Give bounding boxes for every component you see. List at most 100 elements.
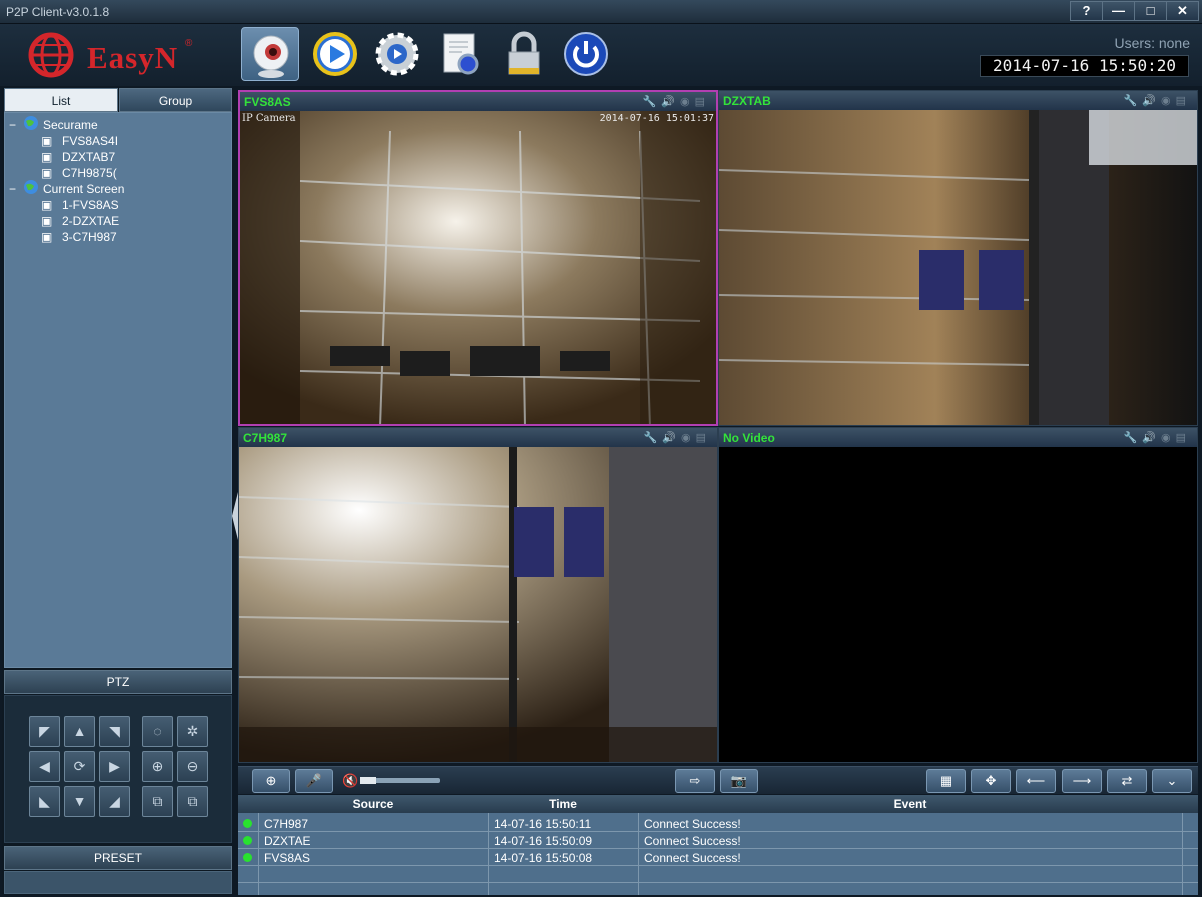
row-time: 14-07-16 15:50:09 bbox=[494, 834, 593, 848]
status-online-icon bbox=[243, 819, 252, 828]
camera-node-icon: ▣ bbox=[41, 150, 53, 164]
live-view-button[interactable] bbox=[241, 27, 299, 81]
cycle-button[interactable]: ⇄ bbox=[1107, 769, 1147, 793]
tab-group[interactable]: Group bbox=[119, 88, 232, 112]
device-tree: − Securame ▣ FVS8AS4I ▣ DZXTAB7 ▣ C7H987… bbox=[4, 112, 232, 668]
table-row[interactable]: FVS8AS 14-07-16 15:50:08 Connect Success… bbox=[238, 849, 1198, 866]
event-log-table: Source Time Event C7H987 14-07-16 15:50:… bbox=[238, 795, 1198, 895]
speaker-muted-icon[interactable]: 🔇 bbox=[342, 773, 358, 789]
ptz-focus-near-button[interactable]: ◌ bbox=[142, 716, 173, 747]
tree-item-screen[interactable]: 3-C7H987 bbox=[62, 229, 117, 245]
tree-item-camera[interactable]: FVS8AS4I bbox=[62, 133, 118, 149]
cycle-icon: ⇄ bbox=[1121, 773, 1133, 788]
camera-header: FVS8AS 🔧🔊◉▤ bbox=[240, 92, 716, 111]
camera-node-icon: ▣ bbox=[41, 214, 53, 228]
ptz-iris-close-button[interactable]: ⧉ bbox=[177, 786, 208, 817]
ptz-down-left-button[interactable]: ◣ bbox=[29, 786, 60, 817]
settings-button[interactable] bbox=[368, 27, 426, 81]
row-source: FVS8AS bbox=[264, 851, 311, 865]
camera-header-icons[interactable]: 🔧🔊◉▤ bbox=[641, 431, 711, 445]
camera-name: C7H987 bbox=[243, 431, 288, 445]
tree-item-screen[interactable]: 1-FVS8AS bbox=[62, 197, 119, 213]
camera-node-icon: ▣ bbox=[41, 166, 53, 180]
ptz-zoom-out-button[interactable]: ⊖ bbox=[177, 751, 208, 782]
arrow-right-icon: ⟶ bbox=[1072, 773, 1092, 788]
next-page-button[interactable]: ⟶ bbox=[1062, 769, 1102, 793]
help-button[interactable]: ? bbox=[1070, 1, 1103, 21]
camera-name: No Video bbox=[723, 431, 775, 445]
table-row-empty bbox=[238, 866, 1198, 883]
power-button[interactable] bbox=[557, 27, 615, 81]
volume-slider[interactable] bbox=[360, 777, 440, 784]
camera-header-icons[interactable]: 🔧🔊◉▤ bbox=[640, 95, 710, 109]
ptz-down-right-button[interactable]: ◢ bbox=[99, 786, 130, 817]
ptz-zoom-in-button[interactable]: ⊕ bbox=[142, 751, 173, 782]
status-online-icon bbox=[243, 836, 252, 845]
row-event: Connect Success! bbox=[644, 851, 741, 865]
tree-item-screen[interactable]: 2-DZXTAE bbox=[62, 213, 119, 229]
column-divider bbox=[638, 813, 639, 895]
record-button[interactable]: ⇨ bbox=[675, 769, 715, 793]
ptz-up-right-button[interactable]: ◥ bbox=[99, 716, 130, 747]
snapshot-button[interactable]: 📷 bbox=[720, 769, 758, 793]
grid-layout-button[interactable]: ▦ bbox=[926, 769, 966, 793]
grid-layout-icon: ▦ bbox=[939, 773, 953, 788]
previous-page-button[interactable]: ⟵ bbox=[1016, 769, 1056, 793]
fullscreen-button[interactable]: ✥ bbox=[971, 769, 1011, 793]
log-button[interactable] bbox=[432, 27, 490, 81]
camera-header-icons[interactable]: 🔧🔊◉▤ bbox=[1121, 431, 1191, 445]
ptz-auto-rotate-button[interactable]: ⟳ bbox=[64, 751, 95, 782]
zoom-in-button[interactable]: ⊕ bbox=[252, 769, 290, 793]
video-overlay-label: IP Camera bbox=[242, 113, 296, 124]
table-row[interactable]: C7H987 14-07-16 15:50:11 Connect Success… bbox=[238, 815, 1198, 832]
microphone-button[interactable]: 🎤 bbox=[295, 769, 333, 793]
column-divider bbox=[488, 813, 489, 895]
close-button[interactable]: ✕ bbox=[1166, 1, 1199, 21]
camera-header-icons[interactable]: 🔧🔊◉▤ bbox=[1121, 94, 1191, 108]
minimize-button[interactable]: — bbox=[1102, 1, 1135, 21]
camera-name: DZXTAB bbox=[723, 94, 771, 108]
logo-registered-mark: ® bbox=[185, 38, 193, 49]
maximize-button[interactable]: □ bbox=[1134, 1, 1167, 21]
playback-button[interactable] bbox=[306, 27, 364, 81]
preset-header[interactable]: PRESET bbox=[4, 846, 232, 870]
camera-view-3[interactable]: C7H987 🔧🔊◉▤ bbox=[238, 427, 718, 763]
row-time: 14-07-16 15:50:08 bbox=[494, 851, 593, 865]
tree-expander[interactable]: − bbox=[9, 117, 16, 133]
record-icon: ⇨ bbox=[689, 773, 701, 788]
tree-expander[interactable]: − bbox=[9, 181, 16, 197]
tree-group-current-screen[interactable]: Current Screen bbox=[43, 181, 124, 197]
camera-header: No Video 🔧🔊◉▤ bbox=[719, 428, 1197, 447]
ptz-right-button[interactable]: ▶ bbox=[99, 751, 130, 782]
lock-button[interactable] bbox=[495, 27, 553, 81]
ptz-header[interactable]: PTZ bbox=[4, 670, 232, 694]
camera-icon bbox=[253, 35, 289, 78]
snapshot-icon: 📷 bbox=[730, 773, 748, 788]
ptz-focus-far-button[interactable]: ✲ bbox=[177, 716, 208, 747]
camera-view-2[interactable]: DZXTAB 🔧🔊◉▤ bbox=[718, 90, 1198, 426]
row-source: C7H987 bbox=[264, 817, 309, 831]
column-header-source[interactable]: Source bbox=[258, 797, 488, 811]
ptz-up-button[interactable]: ▲ bbox=[64, 716, 95, 747]
easyn-logo: EasyN ® bbox=[25, 32, 205, 78]
column-header-event[interactable]: Event bbox=[638, 797, 1182, 811]
sidebar-tabs: List Group bbox=[2, 88, 232, 112]
tree-group-securame[interactable]: Securame bbox=[43, 117, 98, 133]
tree-item-camera[interactable]: DZXTAB7 bbox=[62, 149, 115, 165]
ptz-iris-open-button[interactable]: ⧉ bbox=[142, 786, 173, 817]
ptz-up-left-button[interactable]: ◤ bbox=[29, 716, 60, 747]
camera-header: DZXTAB 🔧🔊◉▤ bbox=[719, 91, 1197, 110]
tab-list[interactable]: List bbox=[4, 88, 118, 112]
camera-view-4[interactable]: No Video 🔧🔊◉▤ bbox=[718, 427, 1198, 763]
app-window: P2P Client-v3.0.1.8 ? — □ ✕ EasyN ® User… bbox=[0, 0, 1202, 897]
collapse-log-button[interactable]: ⌄ bbox=[1152, 769, 1192, 793]
camera-video: IP Camera 2014-07-16 15:01:37 bbox=[240, 111, 716, 424]
camera-view-1[interactable]: FVS8AS 🔧🔊◉▤ IP Camera 2014-07-16 15:01:3 bbox=[238, 90, 718, 426]
fullscreen-icon: ✥ bbox=[985, 773, 997, 788]
tree-item-camera[interactable]: C7H9875( bbox=[62, 165, 117, 181]
ptz-down-button[interactable]: ▼ bbox=[64, 786, 95, 817]
camera-video bbox=[239, 447, 717, 762]
ptz-left-button[interactable]: ◀ bbox=[29, 751, 60, 782]
table-row[interactable]: DZXTAE 14-07-16 15:50:09 Connect Success… bbox=[238, 832, 1198, 849]
column-header-time[interactable]: Time bbox=[488, 797, 638, 811]
